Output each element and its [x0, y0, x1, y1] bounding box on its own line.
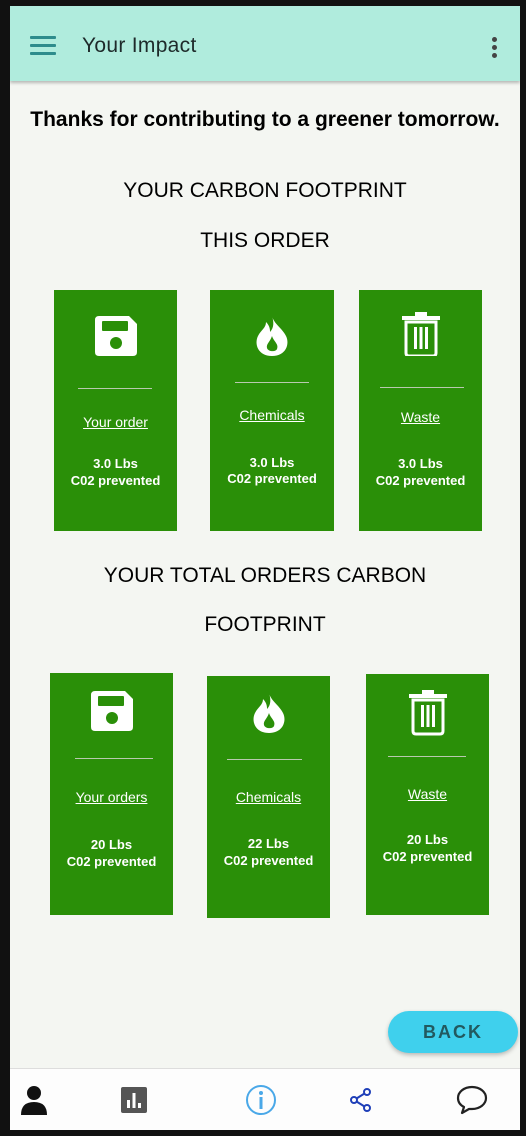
card-chemicals: Chemicals 3.0 Lbs C02 prevented	[210, 290, 334, 531]
page-title: Your Impact	[82, 34, 197, 57]
waste-unit: C02 prevented	[375, 473, 466, 488]
your-orders-unit: C02 prevented	[66, 854, 157, 869]
total-chemicals-amount: 22 Lbs	[247, 836, 290, 851]
total-waste-unit: C02 prevented	[382, 849, 473, 864]
nav-share[interactable]	[326, 1069, 396, 1130]
chemicals-link[interactable]: Chemicals	[210, 407, 334, 423]
floppy-disk-icon	[90, 691, 133, 731]
card-your-orders: Your orders 20 Lbs C02 prevented	[50, 673, 173, 915]
section-heading-total-line1: YOUR TOTAL ORDERS CARBON	[103, 564, 427, 587]
trash-icon	[401, 312, 440, 356]
nav-profile[interactable]	[10, 1069, 69, 1130]
screen: Your Impact Thanks for contributing to a…	[10, 6, 520, 1130]
nav-chat[interactable]	[437, 1069, 507, 1130]
total-chemicals-unit: C02 prevented	[223, 853, 314, 868]
card-total-chemicals: Chemicals 22 Lbs C02 prevented	[207, 676, 330, 918]
back-button[interactable]: BACK	[388, 1011, 518, 1053]
your-order-link[interactable]: Your order	[54, 414, 177, 430]
chemicals-unit: C02 prevented	[227, 471, 317, 486]
share-icon	[350, 1088, 371, 1112]
card-waste: Waste 3.0 Lbs C02 prevented	[359, 290, 482, 531]
info-icon	[246, 1085, 276, 1115]
waste-amount: 3.0 Lbs	[398, 456, 443, 471]
total-chemicals-link[interactable]: Chemicals	[207, 789, 330, 805]
thanks-message: Thanks for contributing to a greener tom…	[30, 108, 500, 131]
your-orders-amount: 20 Lbs	[90, 837, 133, 852]
total-waste-amount: 20 Lbs	[406, 832, 449, 847]
section-heading-this-order-line2: THIS ORDER	[200, 229, 330, 252]
your-order-unit: C02 prevented	[70, 473, 161, 488]
app-bar: Your Impact	[10, 6, 520, 81]
your-order-amount: 3.0 Lbs	[93, 456, 138, 471]
nav-info[interactable]	[226, 1069, 296, 1130]
section-heading-this-order-line1: YOUR CARBON FOOTPRINT	[123, 179, 407, 202]
bottom-navigation	[10, 1068, 520, 1130]
flame-icon	[253, 693, 284, 733]
card-your-order: Your order 3.0 Lbs C02 prevented	[54, 290, 177, 531]
section-heading-total-line2: FOOTPRINT	[204, 613, 326, 636]
floppy-disk-icon	[94, 316, 137, 356]
hamburger-menu-icon[interactable]	[30, 36, 56, 56]
flame-icon	[256, 316, 288, 356]
chat-bubble-icon	[456, 1085, 488, 1115]
total-waste-link[interactable]: Waste	[366, 786, 489, 802]
nav-stats[interactable]	[99, 1069, 169, 1130]
trash-icon	[408, 690, 447, 736]
waste-link[interactable]: Waste	[359, 409, 482, 425]
chemicals-amount: 3.0 Lbs	[249, 455, 295, 470]
bar-chart-icon	[121, 1087, 147, 1113]
person-icon	[21, 1086, 47, 1115]
more-options-icon[interactable]	[488, 34, 500, 60]
your-orders-link[interactable]: Your orders	[50, 789, 173, 805]
card-total-waste: Waste 20 Lbs C02 prevented	[366, 674, 489, 915]
